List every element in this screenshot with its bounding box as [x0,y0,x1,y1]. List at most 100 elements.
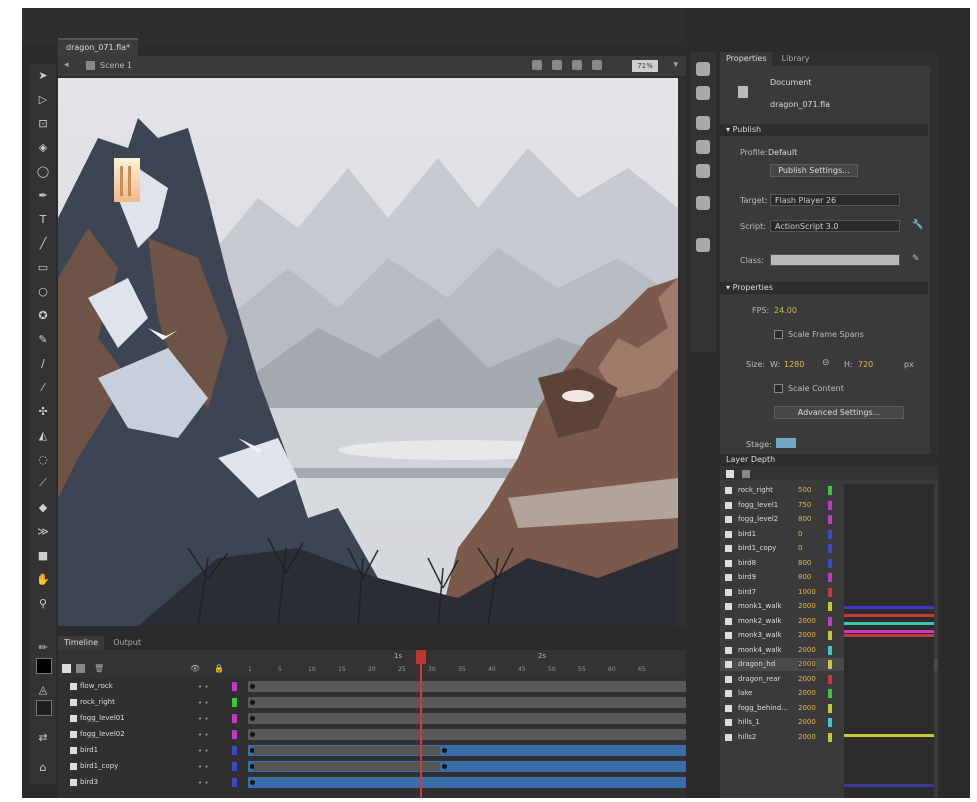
paint-bucket-icon[interactable]: ◭ [36,428,50,442]
layer-outline-color[interactable] [232,682,237,691]
stroke-color-icon[interactable]: ✏ [36,640,50,654]
align-panel-icon[interactable] [696,116,710,130]
brush-tool-icon[interactable]: ∕ [36,356,50,370]
hand-tool-icon[interactable]: ✋ [36,572,50,586]
layer-outline-color[interactable] [232,714,237,723]
tween-span[interactable] [254,746,440,755]
tab-library[interactable]: Library [776,52,816,66]
text-tool-icon[interactable]: T [36,212,50,226]
target-select[interactable]: Flash Player 26 [770,194,900,206]
layer-depth-graph[interactable] [844,484,934,798]
scale-frame-spans-checkbox[interactable] [774,330,783,339]
timeline-layer-row[interactable]: fogg_level01 • • [58,712,686,725]
keyframe-marker[interactable] [250,684,255,689]
clip-icon[interactable] [572,60,582,70]
layer-name[interactable]: bird1 [80,746,98,754]
paint-brush-icon[interactable]: ⁄ [36,380,50,394]
transform-panel-icon[interactable] [696,164,710,178]
stroke-color-swatch[interactable] [36,658,52,674]
keyframe-marker[interactable] [442,748,447,753]
lasso-icon[interactable]: ◯ [36,164,50,178]
timeline-layer-row[interactable]: rock_right • • [58,696,686,709]
line-tool-icon[interactable]: ╱ [36,236,50,250]
layer-visibility-icon[interactable]: • • [198,683,208,691]
properties-section-header[interactable]: ▾ Properties [720,282,928,294]
layer-depth-value[interactable]: 800 [798,515,816,524]
layer-depth-value[interactable]: 2000 [798,674,816,684]
edit-symbols-icon[interactable] [532,60,542,70]
tab-properties[interactable]: Properties [720,52,773,66]
playhead-handle[interactable] [416,650,426,664]
oval-tool-icon[interactable]: ○ [36,284,50,298]
lock-all-icon[interactable]: 🔒 [214,664,224,673]
fill-color-swatch[interactable] [36,700,52,716]
keyframe-marker[interactable] [250,716,255,721]
stage-color-swatch[interactable] [776,438,796,448]
camera-depth-icon[interactable] [726,470,734,478]
layer-depth-value[interactable]: 2000 [798,732,816,742]
publish-section-header[interactable]: ▾ Publish [720,124,928,136]
playhead[interactable] [416,650,426,798]
layer-outline-color[interactable] [232,730,237,739]
subselection-tool-icon[interactable]: ▷ [36,92,50,106]
free-transform-icon[interactable]: ⊡ [36,116,50,130]
layer-visibility-icon[interactable]: • • [198,715,208,723]
timeline-ruler[interactable]: 🗑 👁 🔒 1 5 10 15 20 25 30 35 40 45 50 55 60 65 1s 2s [58,650,686,678]
layer-outline-color[interactable] [232,698,237,707]
width-tool-icon[interactable]: ≫ [36,524,50,538]
layer-frames[interactable] [248,697,686,708]
rectangle-tool-icon[interactable]: ▭ [36,260,50,274]
layer-visibility-icon[interactable]: • • [198,731,208,739]
tab-output[interactable]: Output [107,636,147,650]
color-panel-icon[interactable] [696,62,710,76]
code-snippets-icon[interactable] [696,196,710,210]
tween-span[interactable] [254,762,440,771]
pen-icon[interactable]: ✒ [36,188,50,202]
layer-frames[interactable] [248,713,686,724]
layer-depth-value[interactable]: 2000 [798,660,816,669]
advanced-settings-button[interactable]: Advanced Settings... [774,406,904,419]
layer-name[interactable]: bird3 [80,778,98,786]
tab-timeline[interactable]: Timeline [58,636,105,650]
components-panel-icon[interactable] [696,238,710,252]
layer-depth-value[interactable]: 2000 [798,645,816,655]
layer-depth-value[interactable]: 2000 [798,616,816,626]
selection-tool-icon[interactable]: ➤ [36,68,50,82]
fps-value[interactable]: 24.00 [774,306,797,315]
layer-name[interactable]: fogg_level01 [80,714,125,722]
pan-icon[interactable] [552,60,562,70]
timeline-layer-row[interactable]: bird3 • • [58,776,686,789]
layer-depth-value[interactable]: 800 [798,573,816,582]
swatches-panel-icon[interactable] [696,86,710,100]
layer-visibility-icon[interactable]: • • [198,779,208,787]
back-arrow-icon[interactable]: ◂ [64,60,69,70]
class-input[interactable] [770,254,900,266]
keyframe-marker[interactable] [250,700,255,705]
timeline-layer-row[interactable]: fogg_level02 • • [58,728,686,741]
layer-frames[interactable] [248,729,686,740]
fill-color-icon[interactable]: ◬ [36,682,50,696]
info-panel-icon[interactable] [696,140,710,154]
camera-icon[interactable]: ■ [36,548,50,562]
layer-name[interactable]: flow_rock [80,682,113,690]
show-all-icon[interactable]: 👁 [190,664,200,673]
snap-icon[interactable]: ⌂ [36,760,50,774]
timeline-layer-row[interactable]: bird1_copy • • [58,760,686,773]
zoom-select[interactable]: 71% [632,60,658,72]
layer-visibility-icon[interactable]: • • [198,763,208,771]
edit-class-icon[interactable]: ✎ [912,254,920,264]
new-folder-icon[interactable] [76,664,85,673]
timeline-layer-row[interactable]: flow_rock • • [58,680,686,693]
layer-depth-value[interactable]: 2000 [798,689,816,698]
timeline-layer-row[interactable]: bird1 • • [58,744,686,757]
layer-depth-value[interactable]: 0 [798,544,816,553]
layer-outline-color[interactable] [232,778,237,787]
layer-frames[interactable] [248,681,686,692]
layer-depth-value[interactable]: 1000 [798,587,816,597]
zoom-tool-icon[interactable]: ⚲ [36,596,50,610]
stage-scrollbar[interactable] [678,78,686,626]
layer-name[interactable]: rock_right [80,698,115,706]
eyedropper-icon[interactable]: ⟋ [36,476,50,490]
height-value[interactable]: 720 [858,360,873,369]
script-select[interactable]: ActionScript 3.0 [770,220,900,232]
